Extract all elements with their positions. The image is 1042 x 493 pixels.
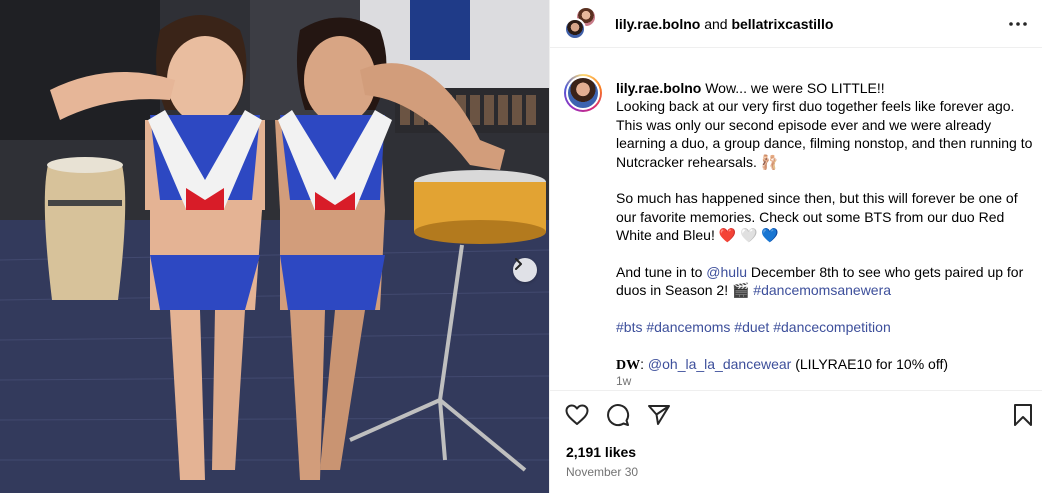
post-header: lily.rae.bolno and bellatrixcastillo [550,0,1042,48]
collab-avatars[interactable] [564,6,600,42]
caption-username[interactable]: lily.rae.bolno [616,80,701,96]
caption-paragraph-3a: And tune in to [616,264,707,281]
caption-paragraph-2: So much has happened since then, but thi… [616,190,1018,244]
likes-count[interactable]: 2,191 likes [566,444,636,460]
mention-link[interactable]: @hulu [706,264,747,280]
hashtags-line[interactable]: #bts #dancemoms #duet #dancecompetition [616,318,1036,336]
avatar [566,76,600,110]
photo-illustration [0,0,549,493]
caption-section: lily.rae.bolno Wow... we were SO LITTLE!… [550,48,1042,386]
bookmark-icon [1014,404,1032,426]
post-date[interactable]: November 30 [566,465,638,479]
post-photo [0,0,549,493]
author-username[interactable]: lily.rae.bolno [615,16,700,32]
mention-link[interactable]: @oh_la_la_dancewear [648,356,791,372]
more-options-button[interactable] [1007,14,1029,34]
save-button[interactable] [1009,401,1037,429]
collab-connector: and [704,16,728,32]
like-button[interactable] [563,401,591,429]
caption-avatar[interactable] [564,74,602,112]
collaborator-username[interactable]: bellatrixcastillo [731,16,833,32]
send-icon [648,405,670,425]
avatar [564,18,586,40]
comment-icon [607,404,630,427]
collab-usernames: lily.rae.bolno and bellatrixcastillo [615,16,833,32]
post-side-panel: lily.rae.bolno and bellatrixcastillo lil… [549,0,1042,493]
action-bar [550,390,1042,438]
comment-button[interactable] [604,401,632,429]
chevron-right-icon [515,258,522,270]
caption-text: lily.rae.bolno Wow... we were SO LITTLE!… [616,79,1036,375]
dw-separator: : [640,356,648,373]
hashtag-link[interactable]: #dancemomsanewera [753,282,891,298]
heart-icon [565,404,589,425]
dw-label: DW [616,358,641,374]
caption-line1: Wow... we were SO LITTLE!! [705,80,885,96]
next-photo-button[interactable] [513,258,537,282]
share-button[interactable] [645,401,673,429]
dw-rest: (LILYRAE10 for 10% off) [791,356,949,373]
caption-timestamp[interactable]: 1w [616,374,631,386]
caption-paragraph-1: Looking back at our very first duo toget… [616,98,1033,170]
more-options-icon [1009,22,1027,26]
